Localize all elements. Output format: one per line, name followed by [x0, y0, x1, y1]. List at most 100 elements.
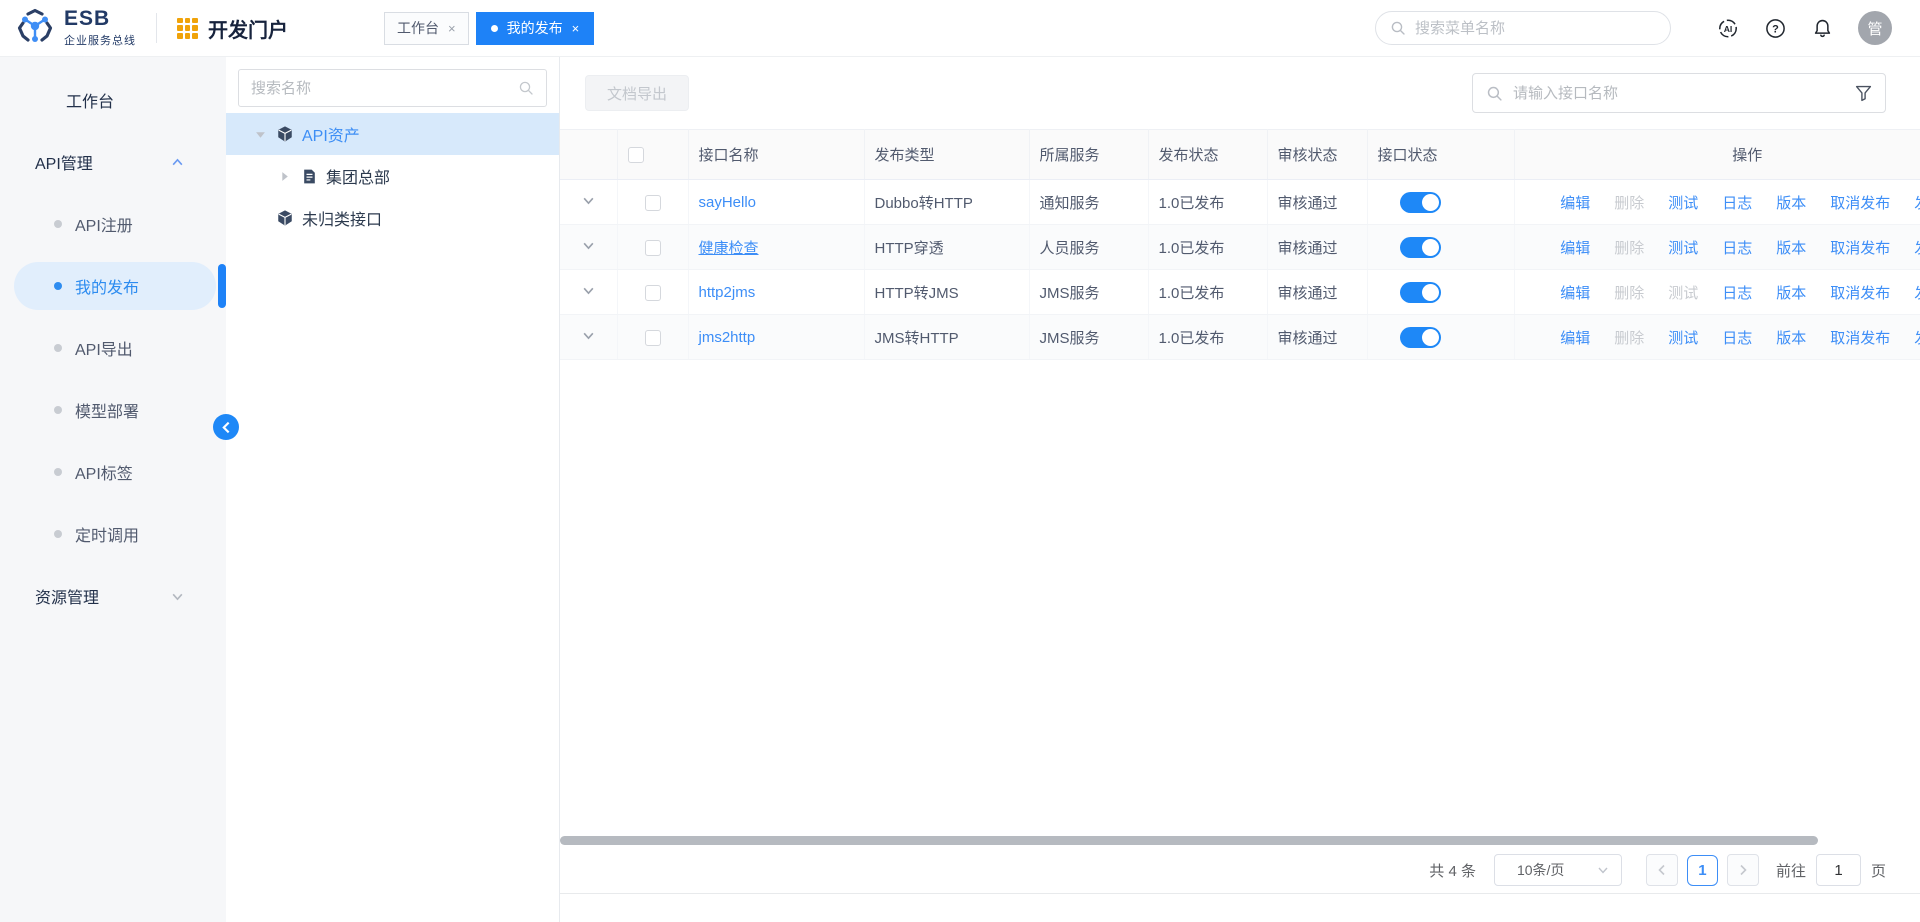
row-checkbox[interactable]	[645, 285, 661, 301]
current-page-button[interactable]: 1	[1687, 855, 1718, 886]
portal-brand: 开发门户	[177, 14, 288, 43]
user-avatar[interactable]: 管	[1858, 11, 1892, 45]
action-link[interactable]: 编辑	[1560, 237, 1590, 258]
header-tab[interactable]: 我的发布×	[476, 12, 595, 45]
action-link[interactable]: 测试	[1668, 192, 1698, 213]
search-icon	[1390, 20, 1406, 36]
action-link[interactable]: 版本	[1776, 327, 1806, 348]
filter-funnel-icon[interactable]	[1855, 85, 1872, 102]
menu-search-box[interactable]	[1375, 11, 1671, 45]
action-link[interactable]: 测试	[1668, 237, 1698, 258]
goto-page-input[interactable]	[1816, 854, 1861, 886]
action-link[interactable]: 编辑	[1560, 282, 1590, 303]
sidebar-subitem[interactable]: API注册	[0, 193, 226, 255]
action-link[interactable]: 日志	[1722, 282, 1752, 303]
close-tab-icon[interactable]: ×	[448, 22, 456, 35]
expand-row-icon[interactable]	[582, 194, 595, 207]
expand-row-icon[interactable]	[582, 284, 595, 297]
interface-status-toggle[interactable]	[1400, 327, 1441, 348]
tree-caret-icon[interactable]	[252, 126, 268, 142]
tree-node[interactable]: 未归类接口	[226, 197, 559, 239]
esb-logo: ESB 企业服务总线	[14, 7, 136, 49]
sidebar-subitem[interactable]: 模型部署	[0, 379, 226, 441]
action-link[interactable]: 编辑	[1560, 327, 1590, 348]
tab-label: 工作台	[397, 18, 439, 38]
action-link[interactable]: 发布	[1914, 327, 1920, 348]
row-checkbox[interactable]	[645, 195, 661, 211]
bullet-dot-icon	[54, 530, 62, 538]
table-row: sayHelloDubbo转HTTP通知服务1.0已发布审核通过编辑删除测试日志…	[560, 180, 1920, 225]
action-link[interactable]: 发布	[1914, 192, 1920, 213]
action-link[interactable]: 版本	[1776, 237, 1806, 258]
interface-name-cell: 健康检查	[688, 225, 864, 270]
action-link[interactable]: 日志	[1722, 237, 1752, 258]
interface-name-link[interactable]: sayHello	[699, 194, 757, 211]
action-link[interactable]: 日志	[1722, 327, 1752, 348]
action-link[interactable]: 取消发布	[1830, 192, 1890, 213]
action-link[interactable]: 取消发布	[1830, 237, 1890, 258]
action-link[interactable]: 取消发布	[1830, 327, 1890, 348]
action-link: 删除	[1614, 237, 1644, 258]
tree-caret-icon[interactable]	[276, 168, 292, 184]
interface-search-input[interactable]	[1513, 85, 1845, 102]
action-link[interactable]: 版本	[1776, 282, 1806, 303]
sidebar-subitem[interactable]: API导出	[0, 317, 226, 379]
menu-search-input[interactable]	[1415, 20, 1656, 37]
action-link[interactable]: 版本	[1776, 192, 1806, 213]
page-size-select[interactable]: 10条/页	[1494, 854, 1622, 886]
row-checkbox[interactable]	[645, 330, 661, 346]
action-link[interactable]: 编辑	[1560, 192, 1590, 213]
sidebar-subitem[interactable]: API标签	[0, 441, 226, 503]
scrollbar-thumb[interactable]	[560, 836, 1818, 845]
operations-cell: 编辑删除测试日志版本取消发布发布	[1514, 270, 1920, 315]
active-tab-dot	[491, 25, 498, 32]
tree-search-box[interactable]	[238, 69, 547, 107]
svg-text:AI: AI	[1724, 23, 1733, 33]
next-page-button[interactable]	[1727, 854, 1759, 886]
col-interface-state: 接口状态	[1367, 130, 1514, 180]
publish-table: 接口名称 发布类型 所属服务 发布状态 审核状态 接口状态 操作 sayHell…	[560, 129, 1920, 360]
action-link: 删除	[1614, 282, 1644, 303]
row-checkbox[interactable]	[645, 240, 661, 256]
sidebar-subitem[interactable]: 定时调用	[0, 503, 226, 565]
action-link[interactable]: 测试	[1668, 327, 1698, 348]
sidebar-subitem-label: 模型部署	[75, 398, 139, 422]
ai-assistant-icon[interactable]: AI	[1717, 17, 1739, 39]
horizontal-scrollbar[interactable]	[560, 833, 1920, 847]
header-tab[interactable]: 工作台 ×	[384, 12, 469, 45]
tree-node[interactable]: 集团总部	[226, 155, 559, 197]
interface-name-cell: sayHello	[688, 180, 864, 225]
interface-status-toggle[interactable]	[1400, 282, 1441, 303]
prev-page-button[interactable]	[1646, 854, 1678, 886]
action-link[interactable]: 取消发布	[1830, 282, 1890, 303]
notifications-bell-icon[interactable]	[1811, 17, 1833, 39]
tree-node[interactable]: API资产	[226, 113, 559, 155]
sidebar-subitem-inner: API标签	[14, 448, 216, 496]
close-tab-icon[interactable]: ×	[572, 22, 580, 35]
sidebar-subitem[interactable]: 我的发布	[0, 255, 226, 317]
sidebar-group[interactable]: API管理	[0, 131, 226, 193]
interface-name-link[interactable]: http2jms	[699, 284, 756, 301]
action-link[interactable]: 发布	[1914, 282, 1920, 303]
export-docs-button[interactable]: 文档导出	[585, 75, 689, 111]
expand-cell	[560, 180, 617, 225]
interface-status-toggle[interactable]	[1400, 237, 1441, 258]
sidebar-item[interactable]: 工作台	[0, 69, 226, 131]
collapse-sidebar-button[interactable]	[213, 414, 239, 440]
help-icon[interactable]: ?	[1764, 17, 1786, 39]
expand-row-icon[interactable]	[582, 239, 595, 252]
expand-row-icon[interactable]	[582, 329, 595, 342]
interface-name-link[interactable]: jms2http	[699, 329, 756, 346]
action-link[interactable]: 日志	[1722, 192, 1752, 213]
col-audit-status: 审核状态	[1267, 130, 1367, 180]
select-all-checkbox[interactable]	[628, 147, 644, 163]
interface-status-toggle[interactable]	[1400, 192, 1441, 213]
audit-status-cell: 审核通过	[1267, 225, 1367, 270]
operations-cell: 编辑删除测试日志版本取消发布发布	[1514, 315, 1920, 360]
action-link[interactable]: 发布	[1914, 237, 1920, 258]
interface-name-link[interactable]: 健康检查	[699, 240, 759, 257]
sidebar-subitem-inner: 我的发布	[14, 262, 216, 310]
interface-search-box[interactable]	[1472, 73, 1886, 113]
sidebar-group[interactable]: 资源管理	[0, 565, 226, 627]
tree-search-input[interactable]	[251, 80, 518, 97]
